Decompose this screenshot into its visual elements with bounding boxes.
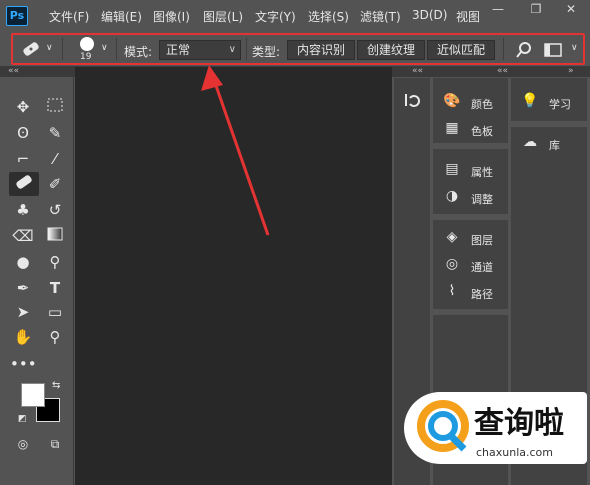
watermark-logo-icon: [414, 397, 472, 455]
zoom-tool-icon[interactable]: ⚲: [42, 325, 68, 349]
watermark-title: 查询啦: [474, 406, 564, 441]
menu-view[interactable]: 视图: [456, 8, 480, 25]
adjustments-icon: ◑: [445, 188, 459, 204]
libraries-icon: ☁: [523, 134, 537, 150]
quick-mask-icon[interactable]: ◎: [10, 432, 36, 456]
foreground-color-swatch[interactable]: [21, 383, 45, 407]
watermark-url: chaxunla.com: [476, 446, 553, 459]
menu-file[interactable]: 文件(F): [49, 8, 89, 25]
menu-edit[interactable]: 编辑(E): [101, 8, 142, 25]
divider: [433, 143, 508, 149]
type-tool-icon[interactable]: T: [42, 276, 68, 300]
menu-layer[interactable]: 图层(L): [203, 8, 243, 25]
menu-filter[interactable]: 滤镜(T): [360, 8, 401, 25]
lasso-tool-icon[interactable]: ʘ: [10, 121, 36, 145]
history-panel-icon[interactable]: [402, 90, 422, 110]
eraser-tool-icon[interactable]: ⌫: [10, 224, 36, 248]
spot-healing-tool-icon[interactable]: [9, 172, 39, 196]
default-colors-icon[interactable]: ◩: [18, 414, 27, 424]
menu-3d[interactable]: 3D(D): [412, 8, 447, 22]
divider: [433, 309, 508, 315]
path-select-tool-icon[interactable]: ➤: [10, 300, 36, 324]
blur-tool-icon[interactable]: ●: [10, 250, 36, 274]
close-button[interactable]: ✕: [557, 0, 585, 18]
properties-icon: ▤: [445, 161, 459, 177]
hand-tool-icon[interactable]: ✋: [10, 325, 36, 349]
screen-mode-icon[interactable]: ⧉: [42, 432, 68, 456]
crop-tool-icon[interactable]: ⌐: [10, 147, 36, 171]
clone-stamp-tool-icon[interactable]: ♣: [10, 198, 36, 222]
panel-tab-paths[interactable]: 路径: [471, 286, 493, 302]
layers-icon: ◈: [446, 229, 458, 245]
tools-collapse-icon[interactable]: ««: [8, 66, 19, 76]
marquee-tool-icon[interactable]: [42, 95, 68, 119]
panel-tab-swatches[interactable]: 色板: [471, 123, 493, 139]
brush-tool-icon[interactable]: ✐: [42, 172, 68, 196]
divider: [511, 121, 587, 127]
panel-tab-color[interactable]: 颜色: [471, 96, 493, 112]
gradient-tool-icon[interactable]: [42, 224, 68, 248]
pen-tool-icon[interactable]: ✒: [10, 276, 36, 300]
panel-tab-channels[interactable]: 通道: [471, 259, 493, 275]
menu-type[interactable]: 文字(Y): [255, 8, 296, 25]
annotation-highlight-box: [11, 33, 585, 65]
panel-tab-adjustments[interactable]: 调整: [471, 191, 493, 207]
more-tools-icon[interactable]: •••: [10, 352, 37, 376]
restore-button[interactable]: ❐: [522, 0, 550, 18]
annotation-arrow: [201, 65, 270, 236]
minimize-button[interactable]: —: [484, 0, 512, 18]
quick-select-tool-icon[interactable]: ✎: [42, 121, 68, 145]
divider: [433, 214, 508, 220]
panel-tab-layers[interactable]: 图层: [471, 232, 493, 248]
panel-tab-properties[interactable]: 属性: [471, 164, 493, 180]
photoshop-logo: Ps: [6, 6, 28, 26]
panel-tab-learn[interactable]: 学习: [549, 96, 571, 112]
menu-image[interactable]: 图像(I): [153, 8, 190, 25]
panel-tab-libraries[interactable]: 库: [549, 137, 560, 153]
menu-select[interactable]: 选择(S): [308, 8, 349, 25]
channels-icon: ◎: [445, 256, 459, 272]
swap-colors-icon[interactable]: ⇆: [52, 380, 60, 391]
dock2-collapse-icon[interactable]: ««: [497, 66, 508, 76]
dock3-expand-icon[interactable]: »: [568, 66, 574, 76]
history-brush-tool-icon[interactable]: ↺: [42, 198, 68, 222]
lightbulb-icon: 💡: [521, 93, 539, 109]
move-tool-icon[interactable]: ✥: [10, 95, 36, 119]
palette-icon: 🎨: [443, 93, 461, 109]
dodge-tool-icon[interactable]: ⚲: [42, 250, 68, 274]
rectangle-tool-icon[interactable]: ▭: [42, 300, 68, 324]
eyedropper-tool-icon[interactable]: ⁄: [42, 147, 68, 171]
dock1-collapse-icon[interactable]: ««: [412, 66, 423, 76]
swatches-icon: ▦: [445, 120, 459, 136]
paths-icon: ⌇: [448, 283, 456, 299]
